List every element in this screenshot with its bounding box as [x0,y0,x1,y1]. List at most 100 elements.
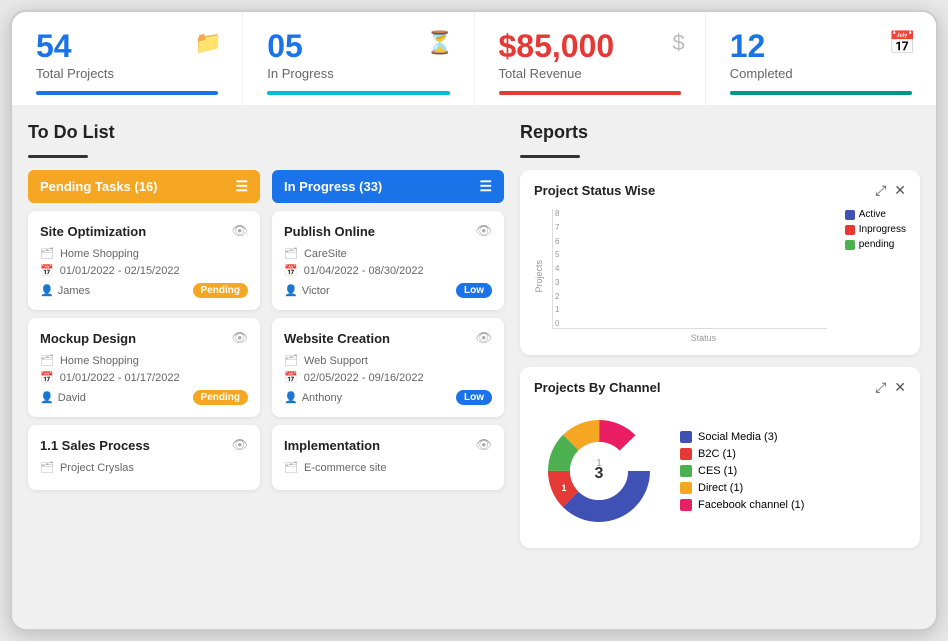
folder-icon-sales: 🗂 [40,461,54,474]
task-card-publish-online: Publish Online 👁 🗂 CareSite 📅 01/04/2022… [272,211,504,310]
bar-chart-legend: Active Inprogress pending [845,209,906,250]
legend-row-social: Social Media (3) [680,431,804,443]
task-badge-site-optimization: Pending [193,283,248,298]
close-icon-donut[interactable]: ✕ [894,379,906,396]
task-title-implementation: Implementation [284,438,380,453]
donut-chart-svg: 1 3 1 [534,406,664,536]
donut-center-number: 3 [595,465,604,482]
task-card-site-optimization: Site Optimization 👁 🗂 Home Shopping 📅 01… [28,211,260,310]
legend-row-b2c: B2C (1) [680,448,804,460]
bar-chart-header: Project Status Wise ⤢ ✕ [534,182,906,199]
task-title-row-website: Website Creation 👁 [284,330,492,346]
task-card-implementation: Implementation 👁 🗂 E-commerce site [272,425,504,490]
stat-number-total-revenue: $85,000 [499,30,681,62]
donut-chart-actions: ⤢ ✕ [875,379,906,396]
filter-icon-pending[interactable]: ☰ [235,178,248,195]
task-folder-website: 🗂 Web Support [284,354,492,367]
task-folder-implementation: 🗂 E-commerce site [284,461,492,474]
todo-title: To Do List [28,122,504,143]
task-card-mockup-design: Mockup Design 👁 🗂 Home Shopping 📅 01/01/… [28,318,260,417]
close-icon-bar[interactable]: ✕ [894,182,906,199]
task-footer-publish: 👤 Victor Low [284,283,492,298]
dashboard: 54 Total Projects 📁 05 In Progress ⏳ $85… [10,10,938,631]
legend-row-direct: Direct (1) [680,482,804,494]
user-icon-website: 👤 [284,391,298,404]
y-axis-labels: 876543210 [553,209,561,328]
eye-icon-sales[interactable]: 👁 [231,437,248,453]
bar-chart-actions: ⤢ ✕ [875,182,906,199]
inprogress-column-header: In Progress (33) ☰ [272,170,504,203]
legend-color-b2c [680,448,692,460]
expand-icon-donut[interactable]: ⤢ [875,379,886,396]
legend-inprogress: Inprogress [845,224,906,235]
user-icon-mockup: 👤 [40,391,54,404]
task-folder-publish: 🗂 CareSite [284,247,492,260]
task-title-publish-online: Publish Online [284,224,375,239]
eye-icon-mockup-design[interactable]: 👁 [231,330,248,346]
task-date-publish: 📅 01/04/2022 - 08/30/2022 [284,264,492,277]
calendar-icon: 📅 [889,30,916,56]
stat-bar-total-revenue [499,91,681,95]
task-date-site-optimization: 📅 01/01/2022 - 02/15/2022 [40,264,248,277]
stat-bar-total-projects [36,91,218,95]
todo-panel: To Do List Pending Tasks (16) ☰ Site Opt… [28,122,504,560]
calendar-icon-mockup: 📅 [40,371,54,384]
dollar-icon: $ [673,30,685,56]
folder-icon-implementation: 🗂 [284,461,298,474]
expand-icon-bar[interactable]: ⤢ [875,182,886,199]
task-user-mockup: 👤 David [40,391,86,404]
folder-icon-task: 🗂 [40,247,54,260]
task-title-row-publish: Publish Online 👁 [284,223,492,239]
calendar-icon-publish: 📅 [284,264,298,277]
task-badge-mockup: Pending [193,390,248,405]
donut-chart-header: Projects By Channel ⤢ ✕ [534,379,906,396]
task-footer-website: 👤 Anthony Low [284,390,492,405]
legend-color-ces [680,465,692,477]
stat-bar-in-progress [267,91,449,95]
stat-label-completed: Completed [730,66,912,81]
task-title-mockup-design: Mockup Design [40,331,136,346]
stat-bar-completed [730,91,912,95]
hourglass-icon: ⏳ [426,30,453,56]
task-user-publish: 👤 Victor [284,284,330,297]
task-folder-site-optimization: 🗂 Home Shopping [40,247,248,260]
reports-panel: Reports Project Status Wise ⤢ ✕ Projects [520,122,920,560]
stat-label-in-progress: In Progress [267,66,449,81]
folder-icon-mockup: 🗂 [40,354,54,367]
task-card-sales-process: 1.1 Sales Process 👁 🗂 Project Cryslas [28,425,260,490]
stat-label-total-projects: Total Projects [36,66,218,81]
todo-section-header: To Do List [28,122,504,158]
task-date-website: 📅 02/05/2022 - 09/16/2022 [284,371,492,384]
eye-icon-website[interactable]: 👁 [475,330,492,346]
stats-row: 54 Total Projects 📁 05 In Progress ⏳ $85… [12,12,936,106]
stat-number-total-projects: 54 [36,30,218,62]
task-user-website: 👤 Anthony [284,391,342,404]
inprogress-column-title: In Progress (33) [284,179,382,194]
todo-columns: Pending Tasks (16) ☰ Site Optimization 👁… [28,170,504,498]
reports-title-underline [520,155,580,158]
donut-chart-card: Projects By Channel ⤢ ✕ [520,367,920,548]
task-footer-site-optimization: 👤 James Pending [40,283,248,298]
legend-color-direct [680,482,692,494]
stat-label-total-revenue: Total Revenue [499,66,681,81]
task-badge-publish: Low [456,283,492,298]
user-icon: 👤 [40,284,54,297]
task-title-row: Site Optimization 👁 [40,223,248,239]
task-folder-mockup: 🗂 Home Shopping [40,354,248,367]
task-badge-website: Low [456,390,492,405]
legend-dot-pending [845,240,855,250]
user-icon-publish: 👤 [284,284,298,297]
stat-total-revenue: $85,000 Total Revenue $ [475,12,706,105]
stat-number-completed: 12 [730,30,912,62]
task-title-site-optimization: Site Optimization [40,224,146,239]
eye-icon-publish[interactable]: 👁 [475,223,492,239]
eye-icon-site-optimization[interactable]: 👁 [231,223,248,239]
stat-in-progress: 05 In Progress ⏳ [243,12,474,105]
calendar-icon-task: 📅 [40,264,54,277]
filter-icon-inprogress[interactable]: ☰ [479,178,492,195]
main-content: To Do List Pending Tasks (16) ☰ Site Opt… [12,106,936,576]
task-title-row-sales: 1.1 Sales Process 👁 [40,437,248,453]
donut-chart-title: Projects By Channel [534,380,660,395]
folder-icon: 📁 [195,30,222,56]
eye-icon-implementation[interactable]: 👁 [475,437,492,453]
